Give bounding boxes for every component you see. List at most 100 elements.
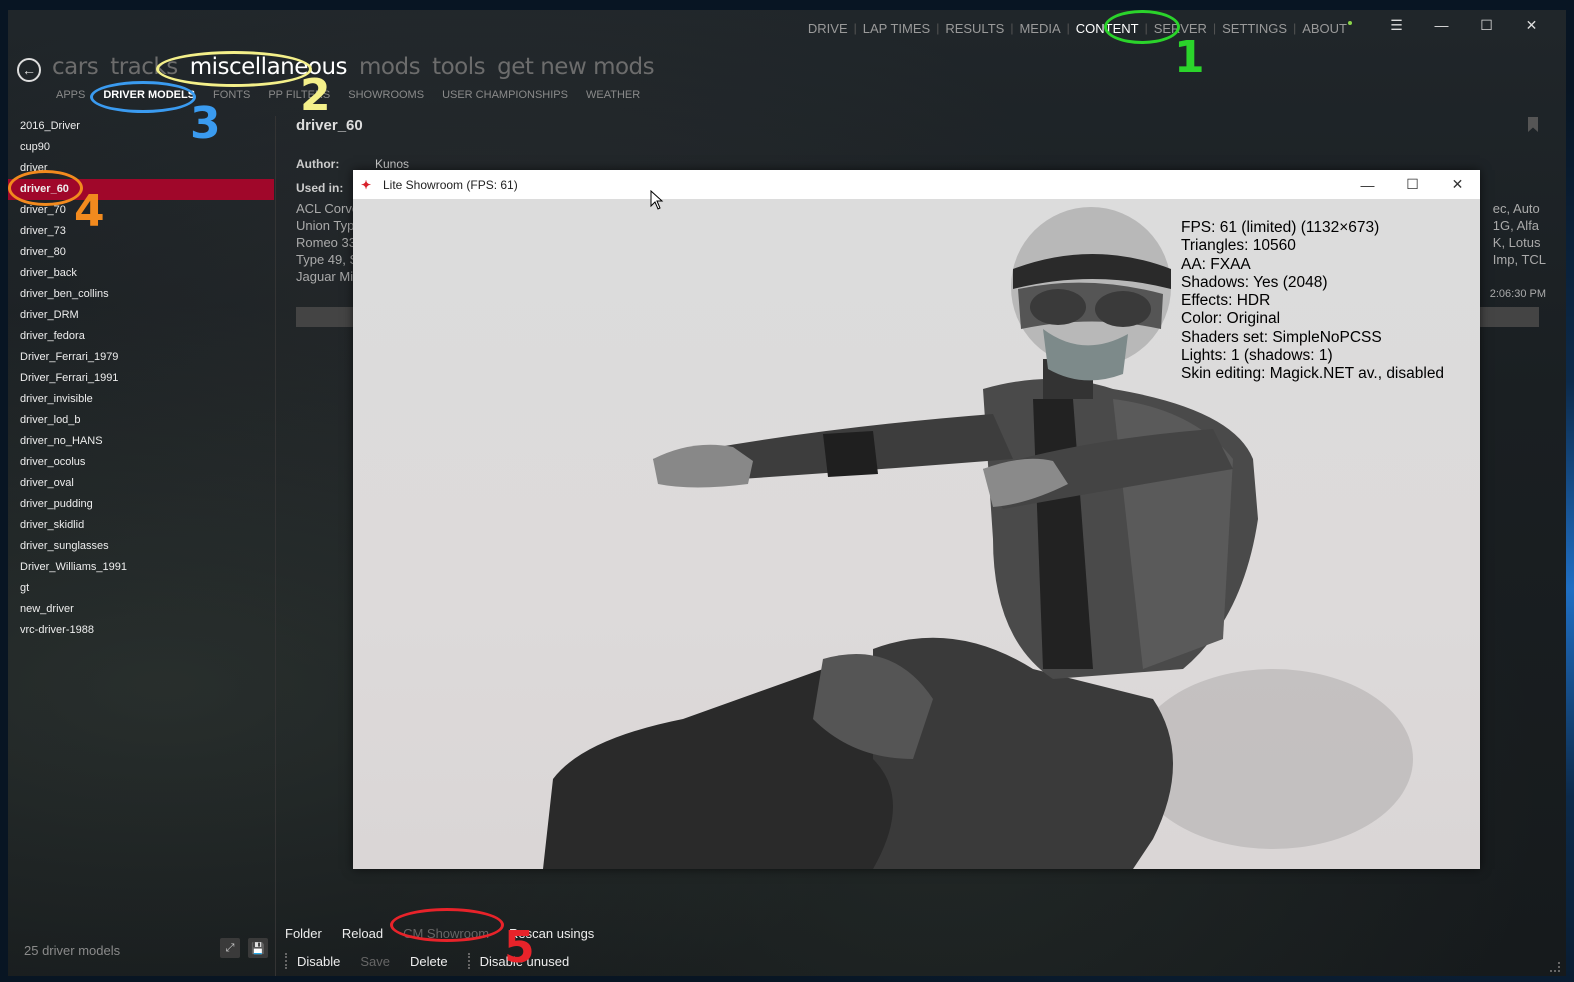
nav-server[interactable]: SERVER <box>1148 21 1213 36</box>
rescan-usings-button[interactable]: Rescan usings <box>509 926 604 941</box>
subtab-driver-models[interactable]: DRIVER MODELS <box>103 89 195 101</box>
author-label: Author: <box>296 157 339 171</box>
grip-icon <box>467 953 472 969</box>
delete-button[interactable]: Delete <box>410 954 458 969</box>
list-item[interactable]: driver_oval <box>8 473 274 494</box>
list-item[interactable]: driver_no_HANS <box>8 431 274 452</box>
list-item[interactable]: cup90 <box>8 137 274 158</box>
used-in-line[interactable]: ACL Corve <box>296 200 359 217</box>
used-in-line[interactable]: ec, Auto <box>1493 200 1546 217</box>
folder-button[interactable]: Folder <box>285 926 332 941</box>
used-in-line[interactable]: Type 49, S <box>296 251 359 268</box>
stat-line: Effects: HDR <box>1181 292 1271 310</box>
maximize-icon[interactable]: ☐ <box>1464 14 1509 36</box>
list-item[interactable]: driver_DRM <box>8 305 274 326</box>
tab-mods[interactable]: mods <box>359 54 421 80</box>
disable-button[interactable]: Disable <box>297 954 350 969</box>
collapse-icon[interactable]: ⤢ <box>220 938 240 958</box>
reload-button[interactable]: Reload <box>342 926 393 941</box>
list-footer-icons: ⤢ 💾 <box>220 938 268 958</box>
list-item[interactable]: Driver_Williams_1991 <box>8 557 274 578</box>
showroom-titlebar[interactable]: ✦ Lite Showroom (FPS: 61) — ☐ ✕ <box>353 170 1480 199</box>
showroom-3d-viewport[interactable]: FPS: 61 (limited) (1132×673) Triangles: 1… <box>353 199 1480 869</box>
list-item[interactable]: Driver_Ferrari_1991 <box>8 368 274 389</box>
list-item[interactable]: driver_invisible <box>8 389 274 410</box>
subtab-pp-filters[interactable]: PP FILTERS <box>268 89 330 101</box>
used-in-line[interactable]: Jaguar Mi <box>296 268 359 285</box>
nav-drive[interactable]: DRIVE <box>802 21 854 36</box>
pane-divider[interactable] <box>275 116 276 976</box>
list-item[interactable]: Driver_Ferrari_1979 <box>8 347 274 368</box>
list-item[interactable]: driver_skidlid <box>8 515 274 536</box>
list-item[interactable]: driver_fedora <box>8 326 274 347</box>
cm-showroom-button[interactable]: CM Showroom <box>403 926 499 941</box>
author-label-text: Author: <box>296 157 340 171</box>
mouse-cursor-icon <box>650 190 664 210</box>
list-item[interactable]: driver_70 <box>8 200 274 221</box>
list-item[interactable]: driver_pudding <box>8 494 274 515</box>
toolbar-row-1: Folder Reload CM Showroom Rescan usings <box>285 926 614 941</box>
nav-media[interactable]: MEDIA <box>1013 21 1066 36</box>
bookmark-icon[interactable] <box>1528 117 1538 132</box>
used-in-label: Used in: <box>296 181 343 195</box>
subtab-showrooms[interactable]: SHOWROOMS <box>348 89 424 101</box>
nav-settings[interactable]: SETTINGS <box>1216 21 1293 36</box>
list-item[interactable]: driver <box>8 158 274 179</box>
minimize-icon[interactable]: — <box>1419 14 1464 36</box>
resize-grip-icon[interactable] <box>1550 962 1560 972</box>
save-button[interactable]: Save <box>360 954 400 969</box>
used-in-line[interactable]: Union Typ <box>296 217 359 234</box>
tab-cars[interactable]: cars <box>52 54 99 80</box>
subtab-weather[interactable]: WEATHER <box>586 89 640 101</box>
stat-line: Skin editing: Magick.NET av., disabled <box>1181 365 1445 383</box>
list-item[interactable]: driver_60 <box>8 179 274 200</box>
lite-showroom-window: ✦ Lite Showroom (FPS: 61) — ☐ ✕ FPS: 61 … <box>353 170 1480 869</box>
tab-miscellaneous[interactable]: miscellaneous <box>190 54 348 80</box>
tab-tools[interactable]: tools <box>432 54 486 80</box>
window-controls: ☰ — ☐ ✕ <box>1374 14 1554 36</box>
nav-content[interactable]: CONTENT <box>1070 21 1145 36</box>
nav-about[interactable]: ABOUT <box>1296 20 1358 36</box>
list-item[interactable]: new_driver <box>8 599 274 620</box>
used-in-list-right: ec, Auto 1G, Alfa K, Lotus Imp, TCL <box>1493 200 1546 268</box>
list-item[interactable]: driver_73 <box>8 221 274 242</box>
used-in-line[interactable]: K, Lotus <box>1493 234 1546 251</box>
showroom-window-controls: — ☐ ✕ <box>1345 170 1480 199</box>
used-in-line[interactable]: Romeo 33 <box>296 234 359 251</box>
tab-tracks[interactable]: tracks <box>110 54 178 80</box>
hamburger-menu-icon[interactable]: ☰ <box>1374 14 1419 36</box>
subtab-user-championships[interactable]: USER CHAMPIONSHIPS <box>442 89 568 101</box>
showroom-close-icon[interactable]: ✕ <box>1435 170 1480 199</box>
list-item[interactable]: 2016_Driver <box>8 116 274 137</box>
tab-get-new-mods[interactable]: get new mods <box>497 54 655 80</box>
used-in-line[interactable]: 1G, Alfa <box>1493 217 1546 234</box>
list-item[interactable]: driver_ocolus <box>8 452 274 473</box>
stat-line: FPS: 61 (limited) (1132×673) <box>1181 219 1380 236</box>
close-icon[interactable]: ✕ <box>1509 14 1554 36</box>
showroom-minimize-icon[interactable]: — <box>1345 170 1390 199</box>
list-item[interactable]: driver_sunglasses <box>8 536 274 557</box>
list-item[interactable]: driver_lod_b <box>8 410 274 431</box>
subtab-apps[interactable]: APPS <box>56 89 85 101</box>
used-in-line[interactable]: Imp, TCL <box>1493 251 1546 268</box>
back-arrow-icon[interactable]: ← <box>17 58 41 82</box>
nav-lap-times[interactable]: LAP TIMES <box>857 21 936 36</box>
driver-model-list: 2016_Driver cup90 driver driver_60 driver_70… <box>8 116 274 641</box>
stat-line: Shaders set: SimpleNoPCSS <box>1181 328 1382 346</box>
nav-results[interactable]: RESULTS <box>939 21 1010 36</box>
list-item[interactable]: vrc-driver-1988 <box>8 620 274 641</box>
update-dot-icon <box>1348 20 1352 25</box>
list-item[interactable]: driver_ben_collins <box>8 284 274 305</box>
disable-unused-button[interactable]: Disable unused <box>480 954 580 969</box>
save-icon[interactable]: 💾 <box>248 938 268 958</box>
subtab-fonts[interactable]: FONTS <box>213 89 250 101</box>
render-stats-overlay: FPS: 61 (limited) (1132×673) Triangles: 1… <box>1181 219 1444 384</box>
list-item[interactable]: driver_back <box>8 263 274 284</box>
showroom-maximize-icon[interactable]: ☐ <box>1390 170 1435 199</box>
toolbar-row-2: Disable Save Delete Disable unused <box>285 953 589 969</box>
grip-icon <box>285 953 289 969</box>
list-item[interactable]: driver_80 <box>8 242 274 263</box>
author-value[interactable]: Kunos <box>375 157 409 171</box>
list-item[interactable]: gt <box>8 578 274 599</box>
detail-title: driver_60 <box>296 117 363 134</box>
